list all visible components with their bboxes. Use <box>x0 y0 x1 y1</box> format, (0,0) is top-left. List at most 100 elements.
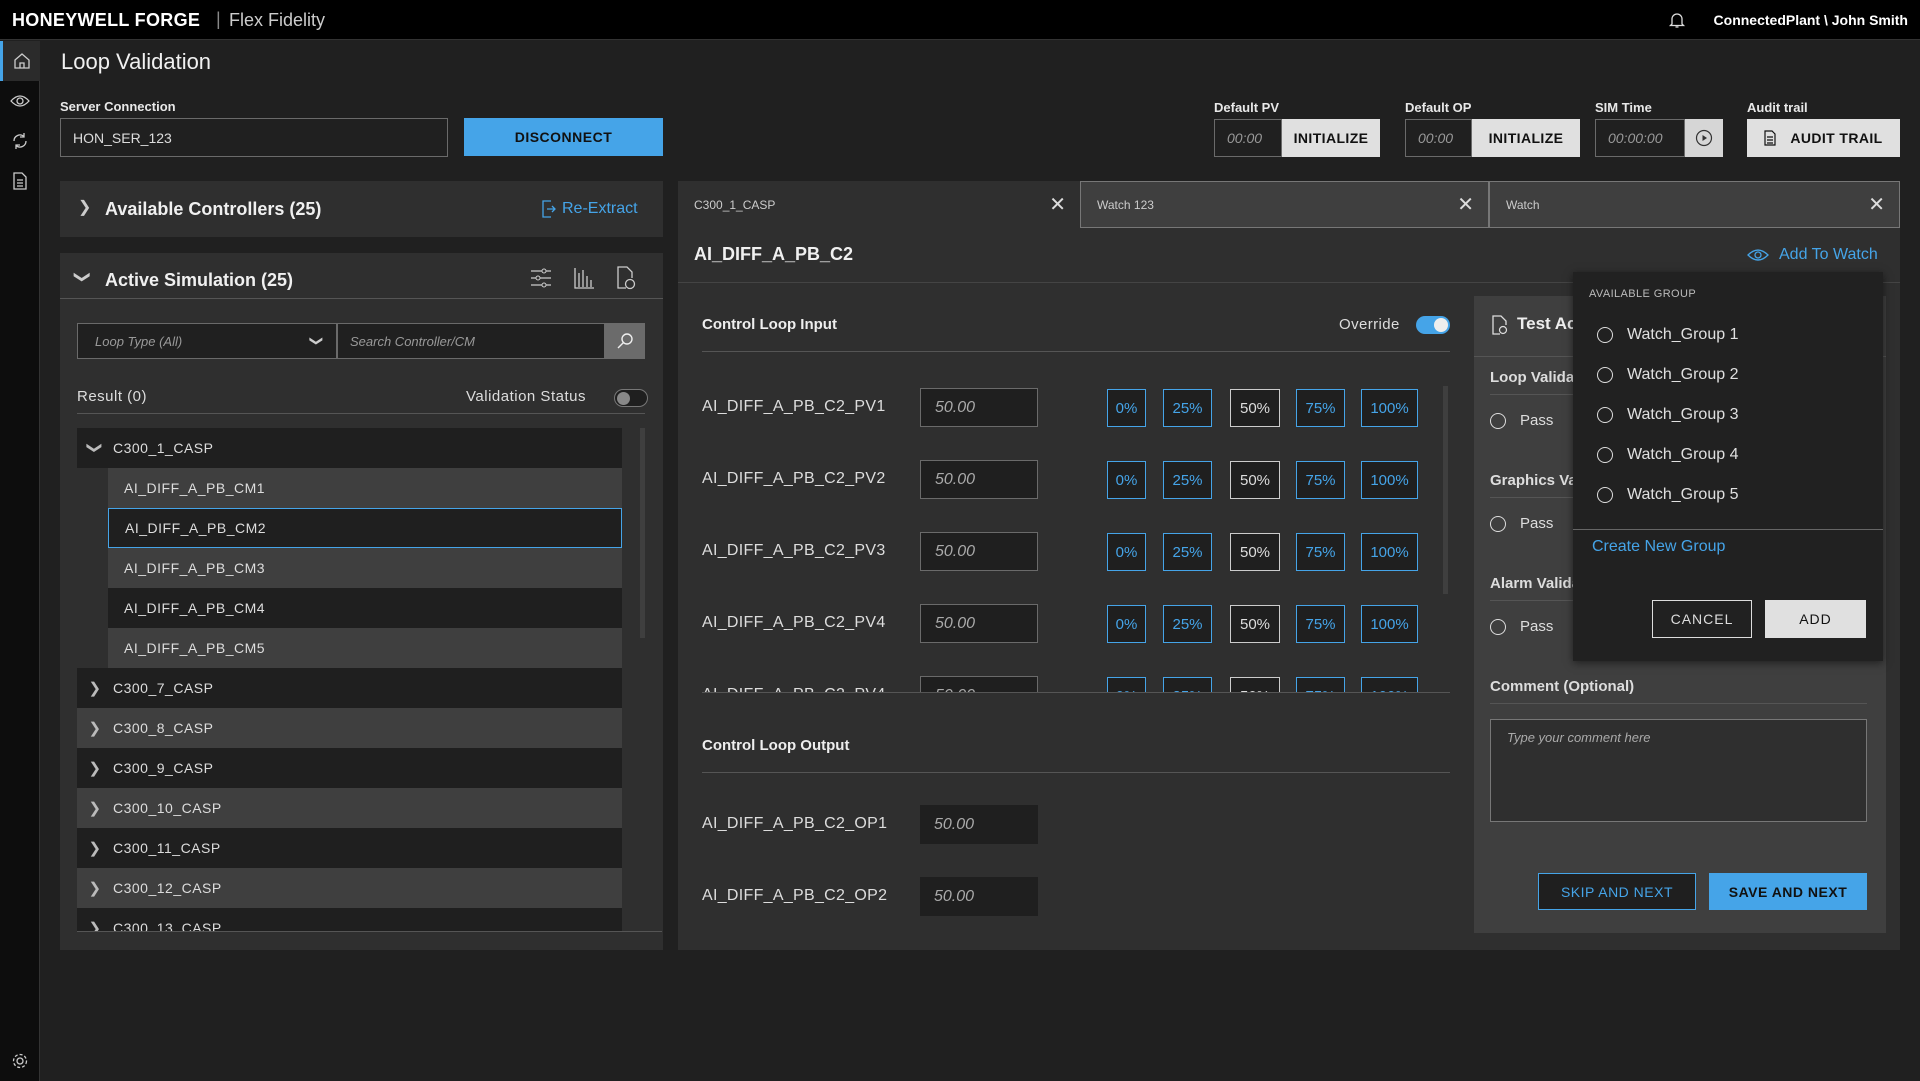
percent-button-0[interactable]: 0% <box>1107 605 1146 643</box>
disconnect-button[interactable]: DISCONNECT <box>464 118 663 156</box>
loop-validation-pass[interactable]: Pass <box>1490 412 1553 429</box>
percent-button-1[interactable]: 25% <box>1163 677 1212 692</box>
initialize-op-button[interactable]: INITIALIZE <box>1472 119 1580 157</box>
default-pv-input[interactable]: 00:00 <box>1214 119 1282 157</box>
input-value-field[interactable]: 50.00 <box>920 676 1038 692</box>
available-controllers-title[interactable]: Available Controllers (25) <box>105 199 321 220</box>
nav-watch[interactable] <box>0 81 40 121</box>
tree-node[interactable]: ❯ C300_1_CASP <box>77 428 622 468</box>
skip-and-next-button[interactable]: SKIP AND NEXT <box>1538 873 1696 910</box>
tab-c300-1-casp[interactable]: C300_1_CASP ✕ <box>678 181 1080 228</box>
input-value-field[interactable]: 50.00 <box>920 532 1038 571</box>
percent-button-3[interactable]: 75% <box>1296 533 1345 571</box>
percent-button-1[interactable]: 25% <box>1163 461 1212 499</box>
input-scrollbar[interactable] <box>1443 386 1448 594</box>
default-op-input[interactable]: 00:00 <box>1405 119 1472 157</box>
audit-trail-button[interactable]: AUDIT TRAIL <box>1747 119 1900 157</box>
radio-icon <box>1490 412 1506 429</box>
percent-button-2[interactable]: 50% <box>1230 533 1280 571</box>
tree-node[interactable]: ❯ C300_11_CASP <box>77 828 622 868</box>
percent-button-3[interactable]: 75% <box>1296 389 1345 427</box>
watch-group-option[interactable]: Watch_Group 5 <box>1597 486 1738 504</box>
input-value-field[interactable]: 50.00 <box>920 460 1038 499</box>
search-controller-input[interactable]: Search Controller/CM <box>337 323 605 359</box>
output-value-input[interactable]: 50.00 <box>920 805 1038 844</box>
add-to-watch-link[interactable]: Add To Watch <box>1747 246 1878 264</box>
percent-button-2[interactable]: 50% <box>1230 461 1280 499</box>
percent-button-4[interactable]: 100% <box>1361 389 1418 427</box>
document-timer-icon[interactable] <box>616 266 636 290</box>
tree-node[interactable]: ❯ C300_10_CASP <box>77 788 622 828</box>
override-toggle[interactable] <box>1416 316 1450 334</box>
percent-button-2[interactable]: 50% <box>1230 605 1280 643</box>
cancel-button[interactable]: CANCEL <box>1652 600 1752 638</box>
percent-button-4[interactable]: 100% <box>1361 533 1418 571</box>
save-and-next-button[interactable]: SAVE AND NEXT <box>1709 873 1867 910</box>
filter-sliders-icon[interactable] <box>530 267 552 289</box>
comment-textarea[interactable]: Type your comment here <box>1490 719 1867 822</box>
nav-reports[interactable] <box>0 161 40 201</box>
percent-button-4[interactable]: 100% <box>1361 677 1418 692</box>
active-simulation-title[interactable]: Active Simulation (25) <box>105 270 293 291</box>
user-menu[interactable]: ConnectedPlant \ John Smith <box>1714 12 1908 28</box>
percent-button-2[interactable]: 50% <box>1230 389 1280 427</box>
bar-chart-icon[interactable] <box>573 267 595 289</box>
tree-node[interactable]: ❯ C300_13_CASP <box>77 908 622 931</box>
percent-button-2[interactable]: 50% <box>1230 677 1280 692</box>
re-extract-link[interactable]: Re-Extract <box>542 200 638 218</box>
tree-scrollbar[interactable] <box>640 428 645 638</box>
output-value-input[interactable]: 50.00 <box>920 877 1038 916</box>
tab-label: Watch <box>1506 197 1540 212</box>
percent-button-0[interactable]: 0% <box>1107 533 1146 571</box>
tree-child[interactable]: AI_DIFF_A_PB_CM4 <box>108 588 622 628</box>
percent-button-4[interactable]: 100% <box>1361 605 1418 643</box>
percent-button-1[interactable]: 25% <box>1163 389 1212 427</box>
tree-node[interactable]: ❯ C300_9_CASP <box>77 748 622 788</box>
add-button[interactable]: ADD <box>1765 600 1866 638</box>
sim-time-input[interactable]: 00:00:00 <box>1595 119 1685 157</box>
play-button[interactable] <box>1685 119 1723 157</box>
search-button[interactable] <box>605 323 645 359</box>
validation-status-toggle[interactable] <box>614 389 648 407</box>
tree-child[interactable]: AI_DIFF_A_PB_CM1 <box>108 468 622 508</box>
tree-child[interactable]: AI_DIFF_A_PB_CM3 <box>108 548 622 588</box>
watch-group-option[interactable]: Watch_Group 4 <box>1597 446 1738 464</box>
tree-node[interactable]: ❯ C300_8_CASP <box>77 708 622 748</box>
create-new-group-link[interactable]: Create New Group <box>1592 538 1725 556</box>
close-icon[interactable]: ✕ <box>1457 192 1474 217</box>
percent-button-3[interactable]: 75% <box>1296 677 1345 692</box>
tree-node-label: C300_11_CASP <box>113 840 221 856</box>
server-connection-input[interactable]: HON_SER_123 <box>60 118 448 157</box>
bell-icon[interactable] <box>1668 11 1686 29</box>
percent-button-0[interactable]: 0% <box>1107 461 1146 499</box>
graphics-validation-pass[interactable]: Pass <box>1490 515 1553 532</box>
percent-button-1[interactable]: 25% <box>1163 533 1212 571</box>
loop-type-dropdown[interactable]: Loop Type (All) ❯ <box>77 323 337 359</box>
watch-group-option[interactable]: Watch_Group 1 <box>1597 326 1738 344</box>
nav-home[interactable] <box>0 41 40 81</box>
percent-button-4[interactable]: 100% <box>1361 461 1418 499</box>
nav-settings[interactable] <box>0 1041 40 1081</box>
nav-refresh[interactable] <box>0 121 40 161</box>
watch-group-option[interactable]: Watch_Group 2 <box>1597 366 1738 384</box>
watch-group-option[interactable]: Watch_Group 3 <box>1597 406 1738 424</box>
percent-button-0[interactable]: 0% <box>1107 389 1146 427</box>
tree-node[interactable]: ❯ C300_12_CASP <box>77 868 622 908</box>
chevron-right-icon[interactable]: ❯ <box>78 197 91 217</box>
percent-button-0[interactable]: 0% <box>1107 677 1146 692</box>
input-value-field[interactable]: 50.00 <box>920 604 1038 643</box>
tree-child[interactable]: AI_DIFF_A_PB_CM5 <box>108 628 622 668</box>
tree-child-selected[interactable]: AI_DIFF_A_PB_CM2 <box>108 508 622 548</box>
tree-node[interactable]: ❯ C300_7_CASP <box>77 668 622 708</box>
percent-button-3[interactable]: 75% <box>1296 605 1345 643</box>
chevron-down-icon[interactable]: ❯ <box>73 270 93 283</box>
tab-watch-123[interactable]: Watch 123 ✕ <box>1080 181 1489 228</box>
input-value-field[interactable]: 50.00 <box>920 388 1038 427</box>
percent-button-1[interactable]: 25% <box>1163 605 1212 643</box>
initialize-pv-button[interactable]: INITIALIZE <box>1282 119 1380 157</box>
percent-button-3[interactable]: 75% <box>1296 461 1345 499</box>
tab-watch[interactable]: Watch ✕ <box>1489 181 1900 228</box>
alarm-validation-pass[interactable]: Pass <box>1490 618 1553 635</box>
close-icon[interactable]: ✕ <box>1868 192 1885 217</box>
close-icon[interactable]: ✕ <box>1049 192 1066 217</box>
